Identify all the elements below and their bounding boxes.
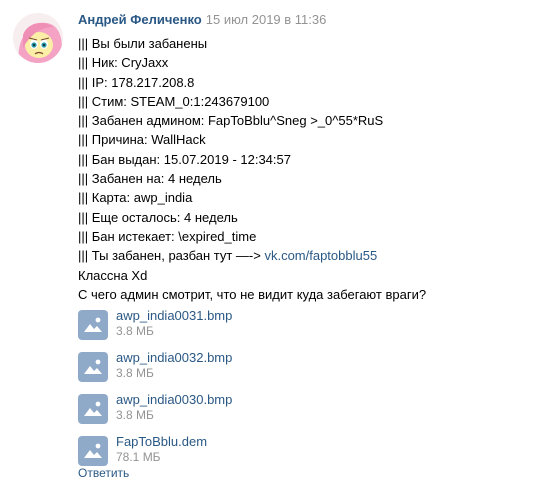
attachment-size: 3.8 МБ <box>116 366 154 380</box>
attachment-name[interactable]: awp_india0032.bmp <box>116 350 232 366</box>
author-name[interactable]: Андрей Феличенко <box>78 12 202 27</box>
message-line: ||| Забанен на: 4 недель <box>78 171 222 187</box>
image-file-icon <box>78 436 108 466</box>
attachment-size: 78.1 МБ <box>116 450 161 464</box>
image-file-icon <box>78 310 108 340</box>
message-line: ||| Карта: awp_india <box>78 190 193 206</box>
message-date[interactable]: 15 июл 2019 в 11:36 <box>206 12 327 27</box>
pony-avatar-icon <box>13 13 63 63</box>
image-file-icon <box>78 352 108 382</box>
ban-line-prefix: ||| Ты забанен, разбан тут —-> <box>78 248 265 264</box>
attachment-size: 3.8 МБ <box>116 408 154 422</box>
attachment-size: 3.8 МБ <box>116 324 154 338</box>
message-line: Классна Xd <box>78 267 148 283</box>
message-header: Андрей Феличенко 15 июл 2019 в 11:36 <box>78 12 326 28</box>
image-file-icon <box>78 394 108 424</box>
message-line: ||| Вы были забанены <box>78 36 208 51</box>
vk-link[interactable]: vk.com/faptobblu55 <box>264 248 377 263</box>
message-line: ||| Причина: WallHack <box>78 132 206 148</box>
message-line: ||| Бан выдан: 15.07.2019 - 12:34:57 <box>78 151 291 167</box>
message-line: ||| Стим: STEAM_0:1:243679100 <box>78 93 270 109</box>
message-line: С чего админ смотрит, что не видит куда … <box>78 286 427 302</box>
avatar[interactable] <box>13 13 63 63</box>
reply-link[interactable]: Ответить <box>78 466 129 481</box>
message-line-ban: ||| Ты забанен, разбан тут —-> vk.com/fa… <box>78 246 426 265</box>
message-line: ||| Еще осталось: 4 недель <box>78 209 238 225</box>
message-line: ||| Бан истекает: \expired_time <box>78 228 257 244</box>
attachment-name[interactable]: awp_india0031.bmp <box>116 308 232 324</box>
message-line: ||| Забанен админом: FapToBblu^Sneg >_0^… <box>78 113 384 129</box>
message-line: ||| IP: 178.217.208.8 <box>78 74 195 90</box>
attachment-name[interactable]: FapToBblu.dem <box>116 434 207 450</box>
message-text: ||| Вы были забанены ||| Ник: CryJaxx ||… <box>78 34 426 304</box>
attachment-name[interactable]: awp_india0030.bmp <box>116 392 232 408</box>
message-line: ||| Ник: CryJaxx <box>78 55 169 71</box>
